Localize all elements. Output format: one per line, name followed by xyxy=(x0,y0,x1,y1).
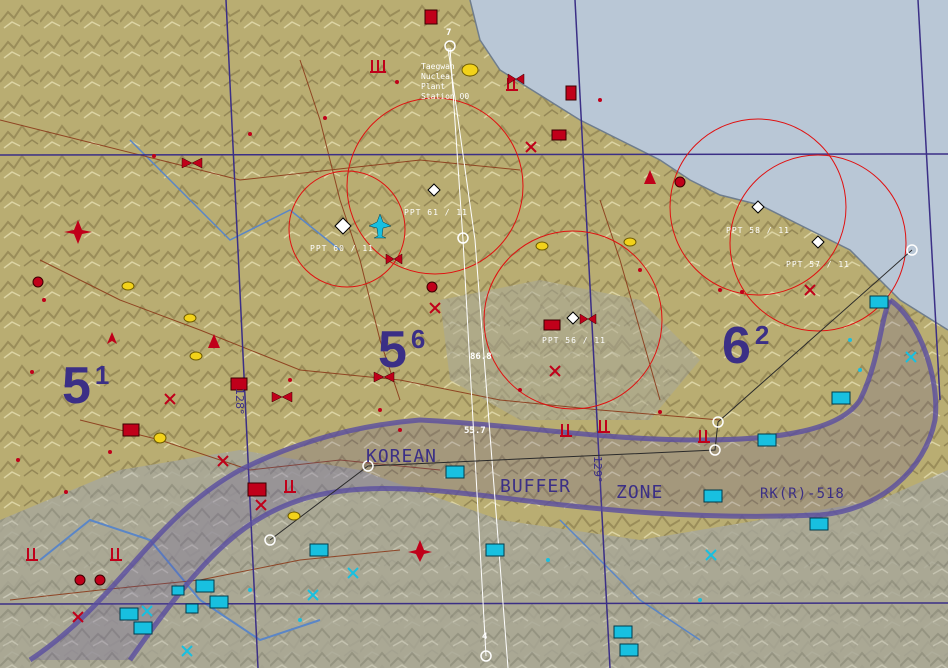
ppt-label: PPT 58 / 11 xyxy=(726,226,790,235)
grid-zone-label: 62 xyxy=(722,317,770,375)
ppt-label: PPT 60 / 11 xyxy=(310,244,374,253)
grid-zone-label: 51 xyxy=(62,357,110,415)
ppt-label: PPT 57 / 11 xyxy=(786,260,850,269)
ppt-label: PPT 61 / 11 xyxy=(404,208,468,217)
altitude-label: 55.7 xyxy=(464,426,486,436)
waypoint-number: 7 xyxy=(446,28,452,38)
tactical-map[interactable]: 51 56 62 128° 129° KOREAN BUFFER ZONE RK… xyxy=(0,0,948,668)
map-canvas[interactable] xyxy=(0,0,948,668)
zone-label-buffer: BUFFER xyxy=(500,476,572,497)
zone-label-zone: ZONE xyxy=(616,482,664,503)
restricted-area-id: RK(R)-518 xyxy=(760,486,845,502)
grid-zone-label: 56 xyxy=(378,321,426,379)
longitude-label: 129° xyxy=(591,456,604,483)
ppt-label: PPT 56 / 11 xyxy=(542,336,606,345)
target-label: Taegwan Nuclear Plant Station 00 xyxy=(421,62,470,101)
altitude-label: 86.8 xyxy=(470,352,492,362)
zone-label-korean: KOREAN xyxy=(366,446,438,467)
waypoint-number: 4 xyxy=(482,632,488,642)
longitude-label: 128° xyxy=(233,388,246,415)
